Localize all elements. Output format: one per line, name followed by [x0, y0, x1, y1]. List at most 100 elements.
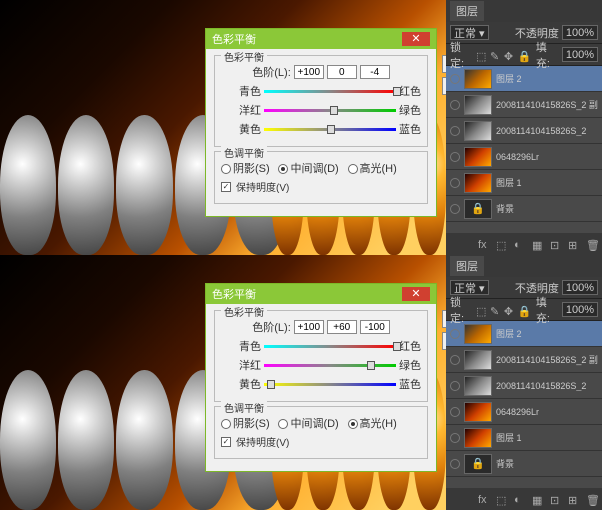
slider-right-label: 绿色: [399, 357, 421, 373]
lock-icon[interactable]: ⬚: [476, 305, 487, 315]
levels-label: 色阶(L):: [252, 64, 291, 80]
fill-input[interactable]: 100%: [562, 47, 598, 62]
slider-right-label: 红色: [399, 338, 421, 354]
panel-action-icon[interactable]: ◐: [514, 239, 526, 249]
panel-tab[interactable]: 图层: [450, 256, 484, 276]
level-input[interactable]: [294, 65, 324, 79]
panel-action-icon[interactable]: ▦: [532, 494, 544, 504]
layer-row[interactable]: 200811410415826S_2 副本: [446, 347, 602, 373]
color-slider[interactable]: [264, 341, 396, 351]
panel-action-icon[interactable]: fx: [478, 494, 490, 504]
tone-option[interactable]: 高光(H): [348, 160, 397, 176]
dialog-titlebar[interactable]: 色彩平衡 ✕: [206, 29, 436, 49]
visibility-icon[interactable]: [450, 459, 460, 469]
lock-icon[interactable]: ⬚: [476, 50, 487, 60]
panel-action-icon[interactable]: 🗑: [586, 494, 598, 504]
slider-right-label: 蓝色: [399, 376, 421, 392]
panel-action-icon[interactable]: ⬚: [496, 494, 508, 504]
layer-row[interactable]: 0648296Lr: [446, 144, 602, 170]
tone-option[interactable]: 中间调(D): [278, 415, 338, 431]
visibility-icon[interactable]: [450, 381, 460, 391]
slider-left-label: 青色: [221, 338, 261, 354]
opacity-input[interactable]: 100%: [562, 280, 598, 295]
panel-action-icon[interactable]: ◐: [514, 494, 526, 504]
color-balance-dialog: 色彩平衡 ✕ 确定 取消 预览(P) 色彩平衡 色阶(L): 青色 红色 洋: [205, 283, 437, 472]
slider-right-label: 绿色: [399, 102, 421, 118]
layer-thumbnail: 🔒: [464, 199, 492, 219]
screenshot-1: 色彩平衡 ✕ 确定 取消 预览(P) 色彩平衡 色阶(L): 青色 红色 洋: [0, 0, 602, 255]
color-slider[interactable]: [264, 86, 396, 96]
fill-label: 填充:: [536, 39, 559, 71]
fill-input[interactable]: 100%: [562, 302, 598, 317]
layer-row[interactable]: 200811410415826S_2: [446, 373, 602, 399]
slider-left-label: 黄色: [221, 376, 261, 392]
panel-action-icon[interactable]: ⊡: [550, 239, 562, 249]
preserve-luminosity[interactable]: 保持明度(V): [221, 434, 421, 449]
panel-action-icon[interactable]: 🗑: [586, 239, 598, 249]
slider-left-label: 洋红: [221, 357, 261, 373]
close-icon[interactable]: ✕: [402, 32, 430, 46]
tone-balance-group: 色调平衡 阴影(S) 中间调(D) 高光(H) 保持明度(V): [214, 406, 428, 459]
slider-left-label: 洋红: [221, 102, 261, 118]
lock-icon[interactable]: ✥: [504, 305, 515, 315]
close-icon[interactable]: ✕: [402, 287, 430, 301]
layer-thumbnail: [464, 147, 492, 167]
lock-icon[interactable]: ✎: [490, 305, 501, 315]
tone-option[interactable]: 阴影(S): [221, 415, 270, 431]
layer-row[interactable]: 🔒 背景: [446, 196, 602, 222]
level-input[interactable]: [327, 320, 357, 334]
level-input[interactable]: [327, 65, 357, 79]
layer-name: 200811410415826S_2 副本: [496, 98, 598, 111]
panel-action-icon[interactable]: ⊡: [550, 494, 562, 504]
color-slider[interactable]: [264, 379, 396, 389]
lock-icon[interactable]: 🔒: [518, 305, 530, 315]
panel-action-icon[interactable]: ⊞: [568, 494, 580, 504]
lock-icon[interactable]: 🔒: [518, 50, 530, 60]
visibility-icon[interactable]: [450, 178, 460, 188]
layers-panel: 图层 正常 ▾ 不透明度 100% 锁定: ⬚ ✎ ✥ 🔒 填充: 100% 图…: [446, 255, 602, 510]
level-input[interactable]: [360, 320, 390, 334]
layer-row[interactable]: 200811410415826S_2 副本: [446, 92, 602, 118]
tone-option[interactable]: 中间调(D): [278, 160, 338, 176]
preserve-luminosity[interactable]: 保持明度(V): [221, 179, 421, 194]
color-slider[interactable]: [264, 124, 396, 134]
level-input[interactable]: [294, 320, 324, 334]
panel-tab[interactable]: 图层: [450, 1, 484, 21]
layer-row[interactable]: 🔒 背景: [446, 451, 602, 477]
layer-row[interactable]: 图层 2: [446, 66, 602, 92]
panel-action-icon[interactable]: ⊞: [568, 239, 580, 249]
layer-row[interactable]: 图层 2: [446, 321, 602, 347]
panel-action-icon[interactable]: fx: [478, 239, 490, 249]
slider-left-label: 黄色: [221, 121, 261, 137]
lock-label: 锁定:: [450, 294, 473, 326]
lock-icon[interactable]: ✎: [490, 50, 501, 60]
visibility-icon[interactable]: [450, 329, 460, 339]
layer-row[interactable]: 200811410415826S_2: [446, 118, 602, 144]
slider-right-label: 红色: [399, 83, 421, 99]
visibility-icon[interactable]: [450, 152, 460, 162]
tone-option[interactable]: 阴影(S): [221, 160, 270, 176]
tone-option[interactable]: 高光(H): [348, 415, 397, 431]
panel-action-icon[interactable]: ⬚: [496, 239, 508, 249]
visibility-icon[interactable]: [450, 407, 460, 417]
lock-icon[interactable]: ✥: [504, 50, 515, 60]
opacity-input[interactable]: 100%: [562, 25, 598, 40]
layer-row[interactable]: 0648296Lr: [446, 399, 602, 425]
visibility-icon[interactable]: [450, 100, 460, 110]
color-slider[interactable]: [264, 360, 396, 370]
layer-thumbnail: [464, 428, 492, 448]
layer-row[interactable]: 图层 1: [446, 170, 602, 196]
layer-thumbnail: [464, 402, 492, 422]
dialog-titlebar[interactable]: 色彩平衡 ✕: [206, 284, 436, 304]
level-input[interactable]: [360, 65, 390, 79]
layer-name: 200811410415826S_2 副本: [496, 353, 598, 366]
color-slider[interactable]: [264, 105, 396, 115]
layer-row[interactable]: 图层 1: [446, 425, 602, 451]
visibility-icon[interactable]: [450, 74, 460, 84]
visibility-icon[interactable]: [450, 355, 460, 365]
visibility-icon[interactable]: [450, 126, 460, 136]
visibility-icon[interactable]: [450, 433, 460, 443]
visibility-icon[interactable]: [450, 204, 460, 214]
panel-action-icon[interactable]: ▦: [532, 239, 544, 249]
layer-name: 0648296Lr: [496, 407, 598, 417]
